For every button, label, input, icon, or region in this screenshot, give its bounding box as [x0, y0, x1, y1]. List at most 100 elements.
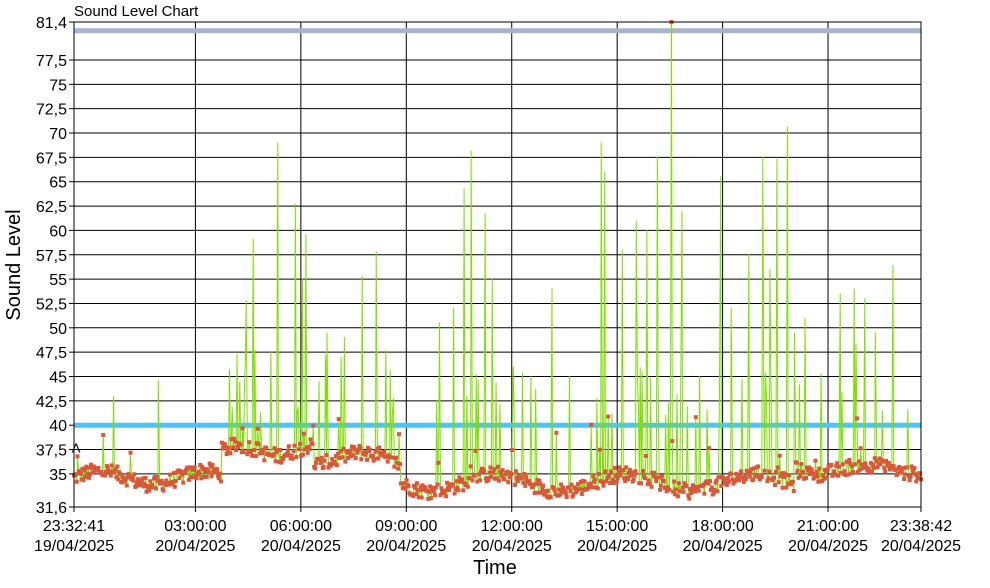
data-point — [456, 488, 461, 493]
y-tick-label-15: 70 — [49, 126, 67, 143]
data-point — [702, 491, 707, 496]
data-point — [290, 456, 295, 461]
data-point — [438, 493, 443, 498]
data-point — [790, 479, 795, 484]
data-point — [406, 484, 411, 489]
data-point — [794, 460, 799, 465]
data-point — [365, 457, 370, 462]
data-point — [301, 431, 306, 436]
x-tick-time-0: 23:32:41 — [43, 518, 105, 535]
data-point — [336, 417, 341, 422]
data-point — [272, 446, 277, 451]
data-point — [523, 483, 528, 488]
data-point — [206, 470, 211, 475]
data-point — [396, 466, 401, 471]
data-point — [595, 486, 600, 491]
data-point — [389, 455, 394, 460]
data-point — [633, 469, 638, 474]
data-point — [473, 448, 478, 453]
x-tick-date-7: 20/04/2025 — [788, 538, 868, 555]
data-point — [432, 493, 437, 498]
data-point — [192, 465, 197, 470]
data-point — [343, 459, 348, 464]
data-point — [907, 478, 912, 483]
data-point — [589, 422, 594, 427]
data-point — [468, 464, 473, 469]
data-point — [197, 472, 202, 477]
x-tick-date-0: 19/04/2025 — [34, 538, 114, 555]
data-point — [904, 465, 909, 470]
y-tick-label-2: 37,5 — [36, 443, 67, 460]
data-point — [596, 471, 601, 476]
data-point — [824, 475, 829, 480]
data-point — [397, 462, 402, 467]
data-point — [591, 473, 596, 478]
data-point — [631, 477, 636, 482]
data-point — [902, 477, 907, 482]
data-point — [348, 448, 353, 453]
data-point — [762, 468, 767, 473]
data-point — [674, 487, 679, 492]
data-point — [624, 465, 629, 470]
data-point — [324, 453, 329, 458]
data-point — [607, 474, 612, 479]
data-point — [773, 469, 778, 474]
data-point — [681, 489, 686, 494]
data-point — [772, 482, 777, 487]
data-point — [123, 476, 128, 481]
x-axis-label: Time — [473, 557, 517, 579]
data-point — [495, 464, 500, 469]
data-point — [322, 458, 327, 463]
data-point — [747, 474, 752, 479]
data-point — [810, 471, 815, 476]
data-point — [492, 467, 497, 472]
data-point — [305, 450, 310, 455]
data-point — [491, 470, 496, 475]
data-point — [693, 415, 698, 420]
y-tick-label-3: 40 — [49, 418, 67, 435]
data-point — [719, 483, 724, 488]
data-point — [215, 467, 220, 472]
data-point — [842, 469, 847, 474]
data-point — [734, 471, 739, 476]
x-tick-time-3: 09:00:00 — [375, 518, 437, 535]
data-point — [308, 437, 313, 442]
y-tick-label-0: 31,6 — [36, 500, 67, 517]
data-point — [285, 448, 290, 453]
sound-level-chart: Sound Level Chart 31,6 35 37,5 40 42,5 45 47,5… — [0, 0, 990, 588]
data-point — [654, 479, 659, 484]
data-point — [381, 449, 386, 454]
data-point — [840, 462, 845, 467]
data-point — [218, 479, 223, 484]
data-point — [707, 479, 712, 484]
data-point — [310, 441, 315, 446]
x-tick-date-4: 20/04/2025 — [472, 538, 552, 555]
data-point — [148, 479, 153, 484]
data-point — [743, 477, 748, 482]
data-point — [537, 478, 542, 483]
data-point — [829, 462, 834, 467]
data-point — [228, 451, 233, 456]
data-point — [577, 486, 582, 491]
data-point — [241, 450, 246, 455]
data-point — [446, 488, 451, 493]
data-point — [168, 472, 173, 477]
y-tick-label-11: 60 — [49, 223, 67, 240]
y-tick-label-18: 77,5 — [36, 53, 67, 70]
data-point — [294, 455, 299, 460]
data-point — [226, 445, 231, 450]
data-point — [194, 476, 199, 481]
data-point — [311, 423, 316, 428]
data-point — [593, 477, 598, 482]
x-tick-date-3: 20/04/2025 — [366, 538, 446, 555]
data-point — [465, 484, 470, 489]
data-point — [795, 468, 800, 473]
data-point — [625, 477, 630, 482]
data-point — [509, 472, 514, 477]
data-point — [552, 488, 557, 493]
data-point — [597, 447, 602, 452]
data-point — [109, 463, 114, 468]
data-point — [329, 463, 334, 468]
data-point — [161, 488, 166, 493]
data-point — [837, 464, 842, 469]
